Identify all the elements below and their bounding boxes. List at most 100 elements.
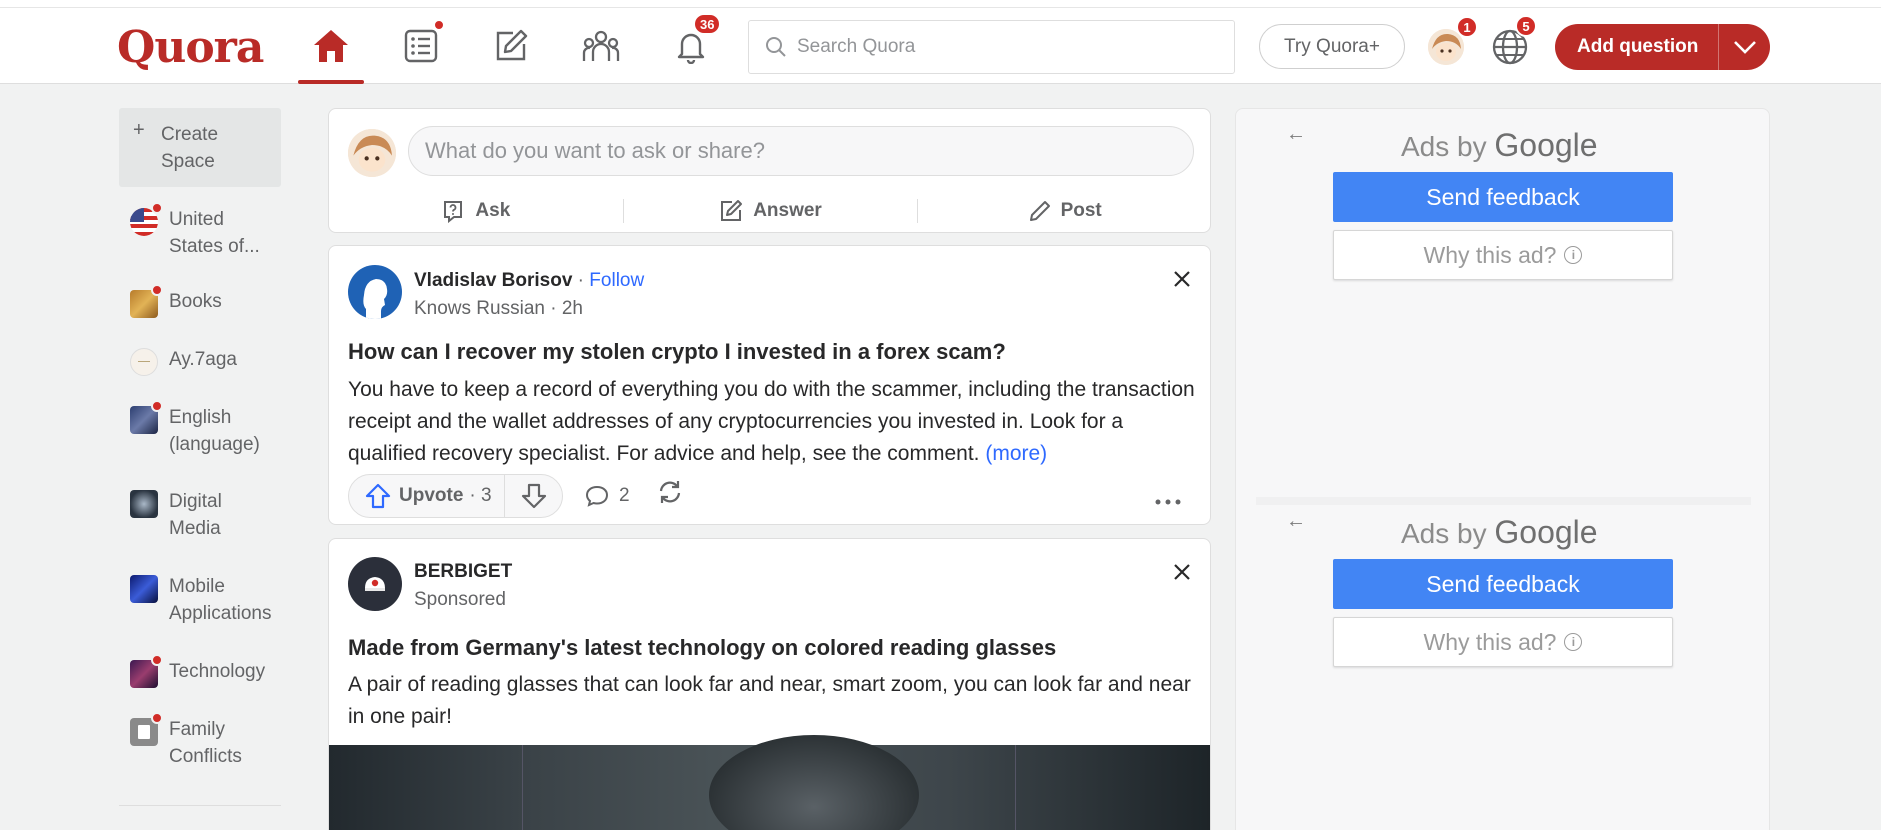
downvote-arrow-icon [521, 483, 546, 509]
author-name-line: Vladislav Borisov · Follow [414, 270, 645, 291]
try-quora-plus-button[interactable]: Try Quora+ [1259, 24, 1405, 69]
ask-label: Ask [475, 200, 511, 221]
google-wordmark: Google [1494, 514, 1598, 550]
ask-share-input[interactable]: What do you want to ask or share? [408, 126, 1194, 176]
upvote-arrow-icon [365, 483, 391, 509]
share-button[interactable] [656, 478, 684, 511]
ad-headline[interactable]: Made from Germany's latest technology on… [348, 635, 1056, 661]
ask-button[interactable]: Ask [329, 199, 623, 223]
notifications-badge: 36 [693, 13, 722, 35]
upvote-label: Upvote [399, 485, 464, 506]
info-icon: i [1564, 633, 1583, 651]
ad-image[interactable] [329, 735, 1210, 830]
home-icon [314, 30, 348, 62]
more-link[interactable]: (more) [985, 442, 1047, 465]
nurse-cap-icon [365, 577, 385, 591]
technology-icon [130, 654, 163, 688]
us-flag-icon [130, 202, 163, 236]
sidebar-item-digital-media[interactable]: Digital Media [130, 488, 259, 542]
user-avatar [348, 129, 396, 177]
plus-icon: + [133, 119, 145, 141]
nav-home[interactable] [298, 8, 364, 84]
downvote-button[interactable] [505, 483, 562, 509]
sponsored-label: Sponsored [414, 589, 506, 610]
answer-feed-card: Vladislav Borisov · Follow Knows Russian… [328, 245, 1211, 525]
nav-spaces[interactable] [568, 8, 634, 84]
top-navbar: Quora 36 Search Quora Try Quora+ 1 5 Add… [0, 8, 1881, 84]
question-icon [444, 201, 463, 223]
follow-link[interactable]: Follow [589, 270, 644, 291]
close-icon [1174, 564, 1190, 580]
why-this-ad-button[interactable]: Why this ad? i [1333, 230, 1673, 280]
sidebar-item-label: Mobile Applications [169, 576, 272, 624]
image-divider [522, 745, 523, 830]
feed-list-icon [404, 29, 438, 63]
brand-logo[interactable] [348, 557, 402, 611]
unread-dot [151, 284, 163, 296]
upvote-count: · 3 [469, 485, 492, 506]
ellipsis-icon [1155, 499, 1181, 505]
sidebar-item-label: Books [169, 291, 222, 312]
ad-slot-divider [1256, 497, 1751, 505]
comment-button[interactable]: 2 [585, 476, 630, 516]
back-arrow-icon[interactable]: ← [1286, 510, 1306, 533]
back-arrow-icon[interactable]: ← [1286, 123, 1306, 146]
sidebar-item-ay7aga[interactable]: Ay.7aga [130, 346, 237, 376]
add-question-button[interactable]: Add question [1555, 24, 1770, 70]
unread-dot [151, 400, 163, 412]
ask-share-card: What do you want to ask or share? Ask An… [328, 108, 1211, 233]
dismiss-ad-button[interactable] [1167, 557, 1197, 587]
create-space-label: Create Space [161, 124, 219, 172]
books-icon [130, 284, 163, 318]
create-space-button[interactable]: + Create Space [119, 108, 281, 187]
sidebar-item-label: Technology [169, 661, 266, 682]
digital-media-icon [130, 490, 158, 518]
sidebar-item-label: Family Conflicts [169, 719, 242, 767]
send-feedback-button[interactable]: Send feedback [1333, 559, 1673, 609]
sidebar-item-united-states[interactable]: United States of... [130, 202, 270, 260]
ads-by-text: Ads by [1401, 131, 1487, 162]
ads-by-google: Ads by Google [1401, 514, 1598, 551]
nav-following[interactable] [388, 8, 454, 84]
sidebar-item-books[interactable]: Books [130, 284, 222, 318]
answer-button[interactable]: Answer [624, 199, 918, 223]
author-name[interactable]: Vladislav Borisov [414, 270, 572, 291]
nav-answer[interactable] [478, 8, 544, 84]
unread-dot [151, 202, 163, 214]
dismiss-post-button[interactable] [1167, 264, 1197, 294]
sidebar-item-family-conflicts[interactable]: Family Conflicts [130, 712, 259, 770]
post-label: Post [1060, 200, 1102, 221]
sidebar-item-label: English (language) [169, 407, 260, 455]
why-this-ad-label: Why this ad? [1423, 241, 1557, 268]
english-language-icon [130, 400, 163, 434]
add-question-dropdown[interactable] [1719, 40, 1770, 54]
sidebar-divider [119, 805, 281, 806]
unread-dot [433, 19, 445, 31]
edit-icon [721, 200, 743, 221]
author-avatar[interactable] [348, 265, 402, 319]
sidebar-item-technology[interactable]: Technology [130, 654, 266, 688]
sidebar-item-mobile-applications[interactable]: Mobile Applications [130, 573, 289, 627]
sidebar-item-label: Digital Media [169, 491, 222, 539]
search-icon [766, 37, 786, 57]
nav-notifications[interactable]: 36 [658, 8, 724, 84]
edit-icon [496, 29, 528, 61]
sidebar-item-english[interactable]: English (language) [130, 400, 290, 458]
upvote-button[interactable]: Upvote · 3 [349, 475, 505, 517]
why-this-ad-label: Why this ad? [1423, 628, 1557, 655]
share-refresh-icon [659, 481, 681, 503]
search-input[interactable]: Search Quora [748, 20, 1235, 74]
brand-name[interactable]: BERBIGET [414, 561, 512, 583]
why-this-ad-button[interactable]: Why this ad? i [1333, 617, 1673, 667]
comment-count: 2 [619, 485, 630, 506]
post-button[interactable]: Post [918, 200, 1212, 222]
face-shape [709, 735, 919, 830]
quora-logo[interactable]: Quora [117, 22, 264, 73]
search-placeholder: Search Quora [797, 36, 916, 57]
anime-avatar-icon [348, 129, 396, 177]
more-options-button[interactable] [1154, 482, 1182, 513]
send-feedback-button[interactable]: Send feedback [1333, 172, 1673, 222]
author-credential: Knows Russian · 2h [414, 298, 583, 319]
add-question-label: Add question [1577, 36, 1699, 57]
question-title[interactable]: How can I recover my stolen crypto I inv… [348, 339, 1006, 365]
